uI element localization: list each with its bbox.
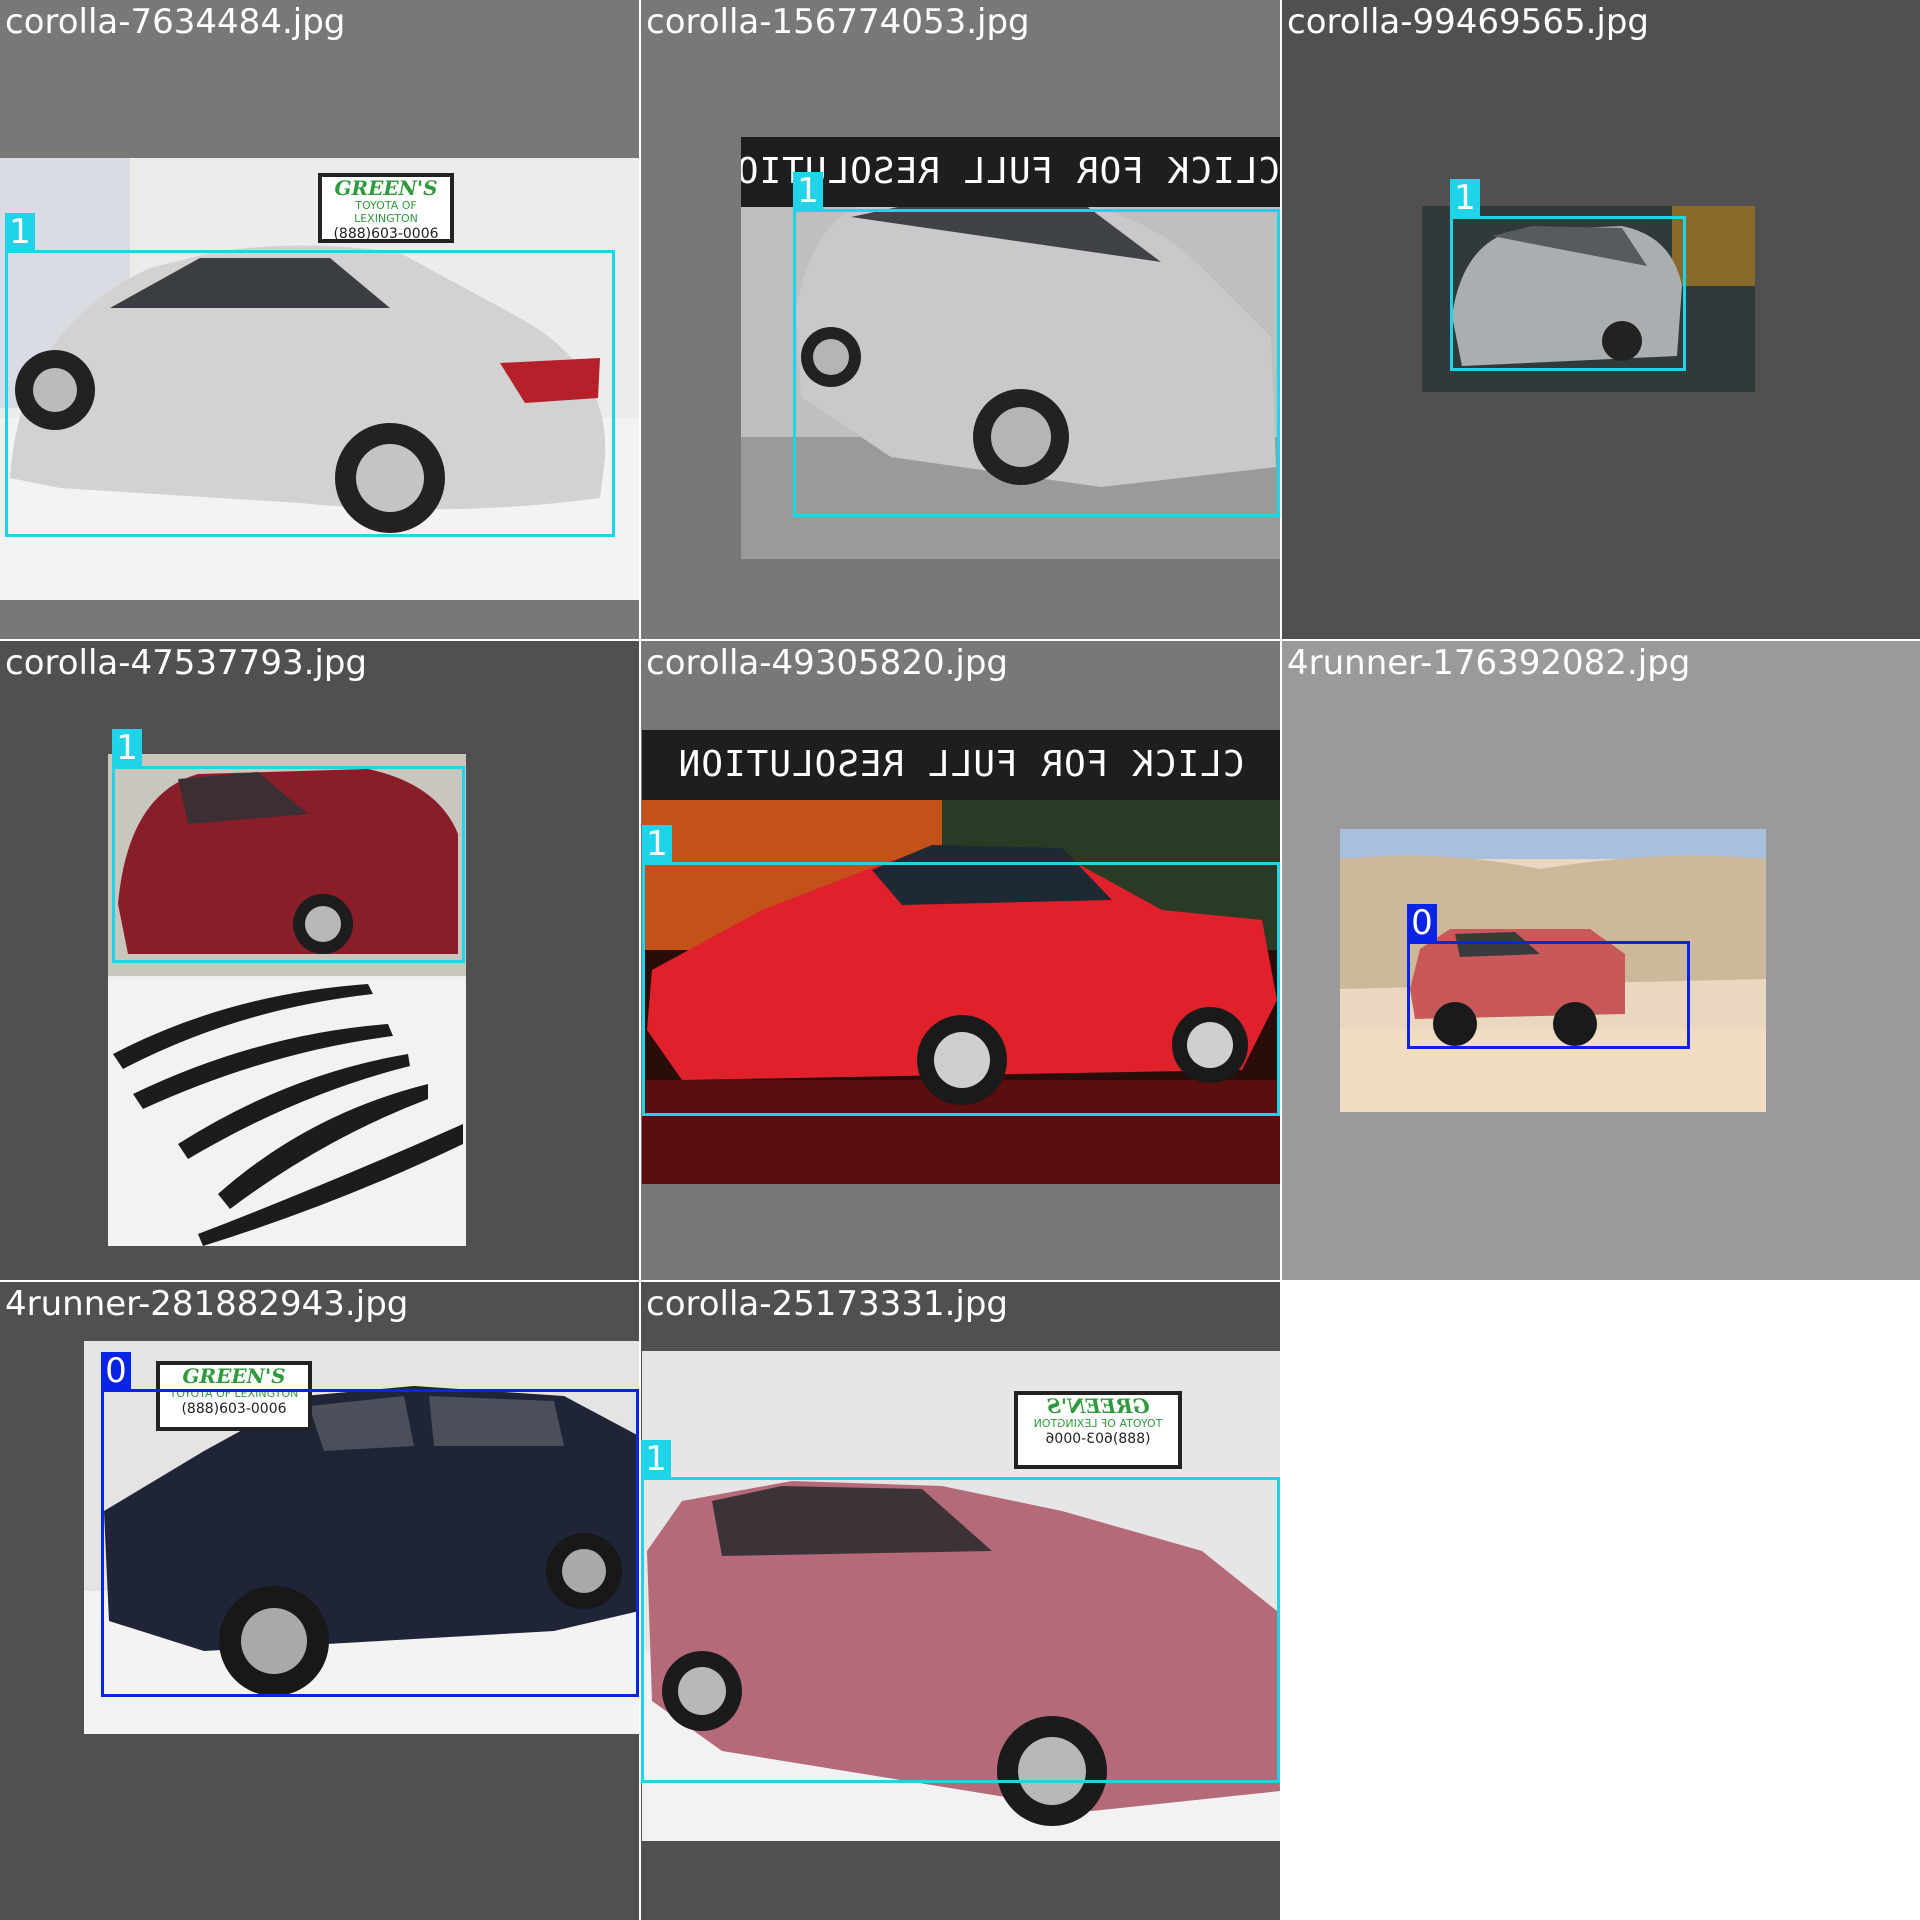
- sign-name: GREEN'S: [182, 1364, 286, 1388]
- detection-box: 1: [793, 172, 1280, 517]
- mosaic-tile: corolla-25173331.jpg GREEN'S TOYOTA OF L…: [641, 1282, 1280, 1920]
- mosaic-tile: corolla-47537793.jpg 1: [0, 641, 639, 1280]
- detection-box: 1: [5, 213, 615, 537]
- class-label: 0: [101, 1352, 131, 1390]
- sign-name: GREEN'S: [1046, 1394, 1150, 1418]
- class-label: 1: [793, 172, 823, 210]
- class-label: 1: [641, 1440, 671, 1478]
- tile-filename: 4runner-176392082.jpg: [1287, 643, 1691, 683]
- sign-name: GREEN'S: [334, 176, 438, 200]
- mosaic-tile: corolla-49305820.jpg CLICK FOR FULL RESO…: [641, 641, 1280, 1280]
- class-label: 1: [5, 213, 35, 251]
- grid-divider: [0, 639, 1920, 641]
- mosaic-tile: corolla-7634484.jpg GREEN'S TOYOTA OF LE…: [0, 0, 639, 639]
- class-label: 1: [112, 729, 142, 767]
- mosaic-tile: corolla-156774053.jpg CLICK FOR FULL RES…: [641, 0, 1280, 639]
- tile-filename: corolla-25173331.jpg: [646, 1284, 1008, 1324]
- sign-dealer: TOYOTA OF LEXINGTON: [354, 199, 418, 225]
- sign-phone: (888)603-0006: [1045, 1431, 1151, 1447]
- tile-filename: corolla-47537793.jpg: [5, 643, 367, 683]
- class-label: 0: [1407, 904, 1437, 942]
- dealer-sign: GREEN'S TOYOTA OF LEXINGTON (888)603-000…: [318, 173, 454, 243]
- mosaic-tile: 4runner-176392082.jpg 0: [1282, 641, 1920, 1280]
- detection-box: 0: [101, 1352, 639, 1697]
- grid-divider: [0, 1280, 1280, 1282]
- dealer-sign: GREEN'S TOYOTA OF LEXINGTON (888)603-000…: [1014, 1391, 1182, 1469]
- class-label: 1: [642, 825, 672, 863]
- tile-filename: 4runner-281882943.jpg: [5, 1284, 409, 1324]
- detection-box: 1: [641, 1440, 1280, 1783]
- class-label: 1: [1450, 179, 1480, 217]
- detection-box: 0: [1407, 904, 1690, 1049]
- sign-phone: (888)603-0006: [333, 226, 439, 242]
- mosaic-tile: corolla-99469565.jpg 1: [1282, 0, 1920, 639]
- sign-dealer: TOYOTA OF LEXINGTON: [1033, 1417, 1163, 1430]
- tile-filename: corolla-49305820.jpg: [646, 643, 1008, 683]
- detection-box: 1: [1450, 179, 1686, 371]
- click-banner: CLICK FOR FULL RESOLUTION: [642, 730, 1280, 800]
- detection-box: 1: [112, 729, 465, 963]
- mosaic-tile: 4runner-281882943.jpg GREEN'S TOYOTA OF …: [0, 1282, 639, 1920]
- tile-filename: corolla-99469565.jpg: [1287, 2, 1649, 42]
- detection-box: 1: [642, 825, 1280, 1116]
- tile-filename: corolla-7634484.jpg: [5, 2, 346, 42]
- tile-filename: corolla-156774053.jpg: [646, 2, 1030, 42]
